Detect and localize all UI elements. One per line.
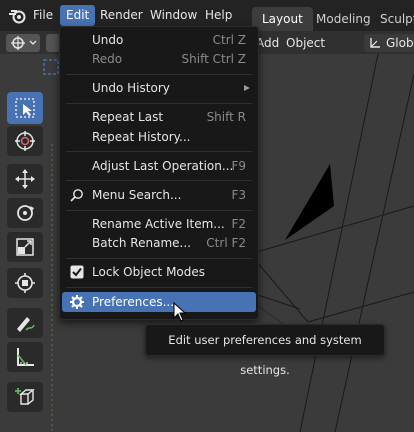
menu-separator: [66, 180, 252, 181]
tool-move[interactable]: [7, 164, 43, 194]
menu-search-shortcut: F3: [231, 188, 246, 202]
object-menu[interactable]: Object: [286, 34, 325, 52]
menu-separator: [66, 287, 252, 288]
menu-help[interactable]: Help: [199, 5, 238, 26]
menu-separator: [66, 258, 252, 259]
menu-item-adjust-last[interactable]: Adjust Last Operation... F9: [62, 156, 256, 176]
menu-file[interactable]: File: [27, 5, 59, 26]
tool-transform[interactable]: [7, 268, 43, 298]
menu-item-rename-active[interactable]: Rename Active Item... F2: [62, 214, 256, 234]
rename-active-shortcut: F2: [231, 217, 246, 231]
tab-sculpting[interactable]: Sculpti: [370, 7, 414, 31]
menu-separator: [66, 103, 252, 104]
redo-label: Redo: [92, 52, 123, 66]
menu-edit[interactable]: Edit: [60, 5, 96, 26]
menu-item-menu-search[interactable]: Menu Search... F3: [62, 185, 256, 205]
rotate-icon: [17, 205, 34, 221]
repeat-last-shortcut: Shift R: [206, 110, 246, 124]
menu-item-repeat-history[interactable]: Repeat History...: [62, 127, 256, 147]
tool-measure[interactable]: [7, 342, 43, 372]
preferences-label: Preferences...: [92, 295, 175, 309]
blender-logo-icon[interactable]: [8, 8, 26, 24]
orientation-dropdown[interactable]: Glob: [364, 34, 414, 52]
gear-icon: [70, 295, 84, 309]
batch-rename-label: Batch Rename...: [92, 236, 191, 250]
tool-cursor[interactable]: [7, 126, 43, 156]
menu-separator: [66, 74, 252, 75]
undo-shortcut: Ctrl Z: [212, 33, 246, 47]
transform-icon: [15, 273, 35, 293]
adjust-last-shortcut: F9: [231, 159, 246, 173]
orientation-icon: [370, 38, 380, 48]
select-mode-button[interactable]: [46, 34, 60, 52]
select-box-icon: [15, 98, 35, 118]
menu-separator: [66, 151, 252, 152]
move-icon: [15, 169, 35, 189]
menu-item-preferences[interactable]: Preferences...: [62, 292, 256, 312]
repeat-last-label: Repeat Last: [92, 110, 164, 124]
menu-item-redo[interactable]: Redo Shift Ctrl Z: [62, 49, 256, 69]
transform-pivot-dropdown[interactable]: [6, 34, 40, 52]
undo-history-label: Undo History: [92, 81, 170, 95]
orientation-label: Glob: [386, 36, 414, 50]
tool-annotate[interactable]: [7, 308, 43, 338]
scale-icon: [16, 238, 34, 256]
edit-menu-dropdown: Undo Ctrl Z Redo Shift Ctrl Z Undo Histo…: [59, 26, 259, 320]
add-menu[interactable]: Add: [256, 34, 279, 52]
measure-icon: [17, 348, 34, 366]
tool-rotate[interactable]: [7, 198, 43, 228]
lock-object-modes-label: Lock Object Modes: [92, 265, 206, 279]
menu-render[interactable]: Render: [94, 5, 149, 26]
mouse-pointer-icon: [173, 302, 187, 322]
menu-item-lock-object-modes[interactable]: Lock Object Modes: [62, 262, 256, 282]
menu-item-undo-history[interactable]: Undo History: [62, 78, 256, 98]
menu-separator: [66, 210, 252, 211]
menu-item-repeat-last[interactable]: Repeat Last Shift R: [62, 107, 256, 127]
submenu-arrow-icon: [244, 85, 250, 91]
annotate-icon: [17, 317, 35, 332]
redo-shortcut: Shift Ctrl Z: [181, 52, 246, 66]
tool-scale[interactable]: [7, 232, 43, 262]
cursor-icon: [15, 131, 35, 151]
add-cube-icon: [15, 388, 35, 405]
repeat-history-label: Repeat History...: [92, 130, 191, 144]
batch-rename-shortcut: Ctrl F2: [206, 236, 246, 250]
tool-select-box[interactable]: [7, 92, 43, 124]
menu-search-label: Menu Search...: [92, 188, 182, 202]
tool-add-cube[interactable]: [7, 382, 43, 412]
menu-item-undo[interactable]: Undo Ctrl Z: [62, 30, 256, 50]
undo-label: Undo: [92, 33, 124, 47]
menu-window[interactable]: Window: [144, 5, 203, 26]
search-icon: [70, 189, 83, 202]
checkbox-icon: [70, 265, 84, 279]
menu-item-batch-rename[interactable]: Batch Rename... Ctrl F2: [62, 233, 256, 253]
rename-active-label: Rename Active Item...: [92, 217, 225, 231]
tooltip: Edit user preferences and system setting…: [145, 324, 385, 377]
pivot-icon: [11, 36, 37, 50]
adjust-last-label: Adjust Last Operation...: [92, 159, 234, 173]
tab-layout[interactable]: Layout: [252, 7, 313, 31]
